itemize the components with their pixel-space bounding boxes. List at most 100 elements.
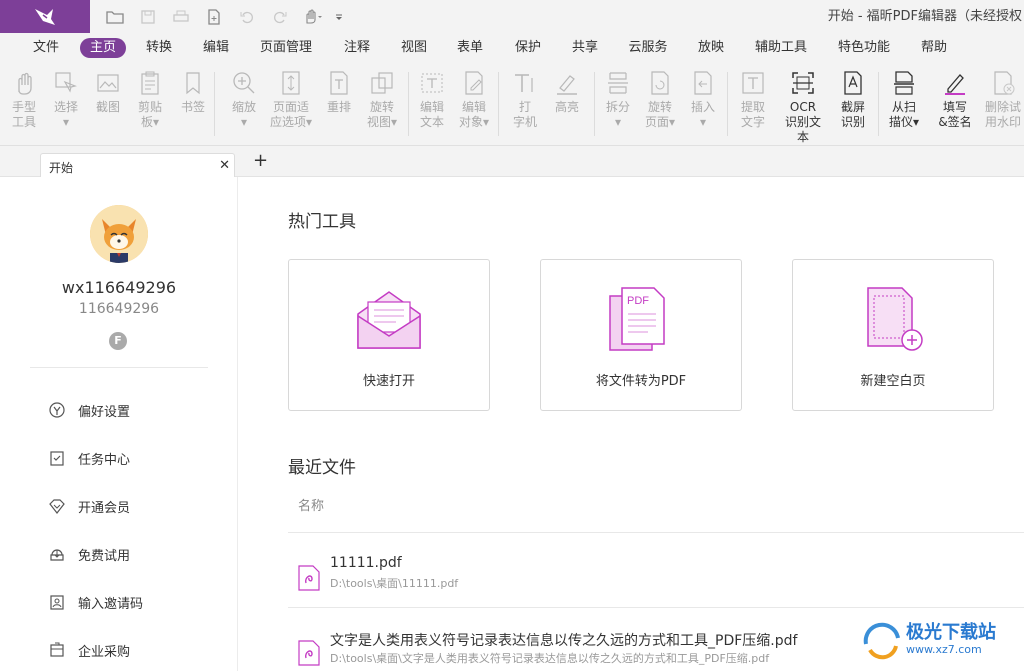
ribbon-button-fill-sign[interactable]: 填写 &签名 <box>932 70 978 130</box>
undo-icon[interactable] <box>230 0 263 33</box>
file-path: D:\tools\桌面\文字是人类用表义符号记录表达信息以传之久远的方式和工具_… <box>330 652 770 665</box>
convert-to-pdf-card[interactable]: PDF 将文件转为PDF <box>540 259 742 411</box>
ribbon-button-edit-object[interactable]: 编辑 对象▾ <box>451 70 497 130</box>
redo-icon[interactable] <box>263 0 296 33</box>
ribbon-button-zoom[interactable]: 缩放 ▾ <box>221 70 267 130</box>
menu-item-10[interactable]: 云服务 <box>618 38 677 58</box>
menu-item-3[interactable]: 编辑 <box>193 38 239 58</box>
extract-text-icon <box>742 72 764 94</box>
customize-toolbar-icon[interactable] <box>329 0 349 33</box>
sidebar-item-vip[interactable]: 开通会员 <box>48 496 130 516</box>
open-folder-icon[interactable] <box>98 0 131 33</box>
window-title: 开始 - 福昕PDF编辑器（未经授权 <box>827 9 1022 24</box>
zoom-icon <box>233 72 255 94</box>
ribbon-label: 截图 <box>95 100 120 114</box>
site-watermark: 极光下载站 www.xz7.com <box>862 618 1022 662</box>
ribbon-button-screen-capture-ocr[interactable]: 截屏 识别 <box>830 70 876 130</box>
tab-start[interactable]: 开始 ✕ <box>40 153 235 178</box>
new-blank-page-card[interactable]: 新建空白页 <box>792 259 994 411</box>
ribbon-label: 手型 工具 <box>11 100 36 129</box>
quick-open-card[interactable]: 快速打开 <box>288 259 490 411</box>
quick-open-envelope-icon <box>357 291 421 349</box>
sidebar-item-task-center[interactable]: 任务中心 <box>48 448 130 468</box>
sidebar-item-enterprise[interactable]: 企业采购 <box>48 640 130 660</box>
menu-item-0[interactable]: 文件 <box>23 38 69 58</box>
typewriter-icon <box>515 74 533 92</box>
menu-bar: 文件 主页 转换 编辑 页面管理 注释 视图 表单 保护 共享 云服务 放映 辅助工具 特色功能 帮助 <box>0 33 1024 62</box>
home-main-panel: 热门工具 快速打开 PDF 将文件转为PDF 新建空白页 最近文件 名称 111… <box>238 177 1024 671</box>
ribbon-label: 重排 <box>326 100 351 114</box>
recent-file-row[interactable]: 11111.pdf D:\tools\桌面\11111.pdf <box>298 555 1018 599</box>
ribbon-label: OCR 识别文本 <box>784 100 821 144</box>
menu-item-9[interactable]: 共享 <box>562 38 608 58</box>
pdf-file-icon <box>298 565 320 591</box>
ribbon-button-bookmark[interactable]: 书签 <box>170 70 216 115</box>
column-header-name[interactable]: 名称 <box>298 495 324 514</box>
new-tab-button[interactable]: + <box>253 151 268 171</box>
menu-item-14[interactable]: 帮助 <box>911 38 957 58</box>
insert-icon <box>694 71 712 95</box>
bookmark-icon <box>186 72 200 95</box>
user-sidebar: wx116649296 116649296 F 偏好设置 任务中心 开通会员 免费试用… <box>0 177 238 671</box>
ribbon-label: 打 字机 <box>512 100 537 129</box>
ribbon-button-edit-text[interactable]: 编辑 文本 <box>409 70 455 130</box>
menu-item-2[interactable]: 转换 <box>136 38 182 58</box>
ribbon-label: 高亮 <box>554 100 579 114</box>
ribbon-label: 截屏 识别 <box>840 100 865 129</box>
ribbon-label: 编辑 文本 <box>419 100 444 129</box>
sidebar-item-invite-code[interactable]: 输入邀请码 <box>48 592 143 612</box>
menu-item-5[interactable]: 注释 <box>334 38 380 58</box>
title-bar: 开始 - 福昕PDF编辑器（未经授权 <box>0 0 1024 33</box>
ribbon-button-reflow[interactable]: 重排 <box>316 70 362 115</box>
ribbon-button-ocr[interactable]: OCR 识别文本 <box>780 70 826 145</box>
ribbon-button-split[interactable]: 拆分 ▾ <box>595 70 641 130</box>
edit-object-icon <box>465 71 483 95</box>
menu-item-13[interactable]: 特色功能 <box>828 38 900 58</box>
fox-avatar-icon <box>90 205 148 263</box>
sidebar-item-settings[interactable]: 偏好设置 <box>48 400 130 420</box>
menu-item-7[interactable]: 表单 <box>447 38 493 58</box>
sidebar-item-free-trial[interactable]: 免费试用 <box>48 544 130 564</box>
menu-item-6[interactable]: 视图 <box>391 38 437 58</box>
task-center-icon <box>50 451 64 466</box>
hot-tools-title: 热门工具 <box>288 212 356 232</box>
ribbon-button-insert[interactable]: 插入 ▾ <box>680 70 726 130</box>
menu-item-8[interactable]: 保护 <box>505 38 551 58</box>
ribbon-button-remove-watermark[interactable]: 删除试 用水印 <box>980 70 1024 130</box>
ribbon-button-clipboard[interactable]: 剪贴 板▾ <box>127 70 173 130</box>
select-cursor-icon <box>55 72 77 93</box>
row-divider <box>288 607 1024 608</box>
ribbon-button-fit-page[interactable]: 页面适 应选项▾ <box>268 70 314 130</box>
ribbon-button-extract-text[interactable]: 提取 文字 <box>730 70 776 130</box>
app-logo[interactable] <box>0 0 90 33</box>
new-file-icon[interactable] <box>197 0 230 33</box>
ribbon-label: 插入 ▾ <box>690 100 715 129</box>
ribbon-button-hand[interactable]: 手型 工具 <box>1 70 47 130</box>
menu-item-4[interactable]: 页面管理 <box>250 38 322 58</box>
ribbon-label: 编辑 对象▾ <box>458 100 490 129</box>
menu-item-1[interactable]: 主页 <box>79 38 127 58</box>
file-path: D:\tools\桌面\11111.pdf <box>330 577 459 590</box>
ribbon-button-scanner[interactable]: 从扫 描仪▾ <box>881 70 927 130</box>
ribbon-button-select-cursor[interactable]: 选择 ▾ <box>43 70 89 130</box>
save-icon[interactable] <box>131 0 164 33</box>
menu-item-11[interactable]: 放映 <box>688 38 734 58</box>
new-blank-page-label: 新建空白页 <box>860 374 926 389</box>
svg-text:PDF: PDF <box>627 295 649 307</box>
hand-tool-dropdown-icon[interactable] <box>296 0 329 33</box>
ribbon-label: 提取 文字 <box>740 100 765 129</box>
ribbon-button-snapshot[interactable]: 截图 <box>85 70 131 115</box>
quick-access-toolbar <box>98 0 349 33</box>
ribbon-separator <box>878 72 879 136</box>
avatar[interactable] <box>90 205 148 263</box>
sidebar-item-label: 任务中心 <box>78 452 131 468</box>
ribbon-button-highlight[interactable]: 高亮 <box>544 70 590 115</box>
ribbon-button-typewriter[interactable]: 打 字机 <box>502 70 548 130</box>
ribbon-button-rotate-page[interactable]: 旋转 页面▾ <box>637 70 683 130</box>
ribbon-label: 填写 &签名 <box>938 100 972 129</box>
tab-close-icon[interactable]: ✕ <box>219 158 230 173</box>
ribbon-button-rotate-view[interactable]: 旋转 视图▾ <box>359 70 405 130</box>
print-icon[interactable] <box>164 0 197 33</box>
menu-item-12[interactable]: 辅助工具 <box>745 38 817 58</box>
rotate-view-icon <box>371 72 393 94</box>
